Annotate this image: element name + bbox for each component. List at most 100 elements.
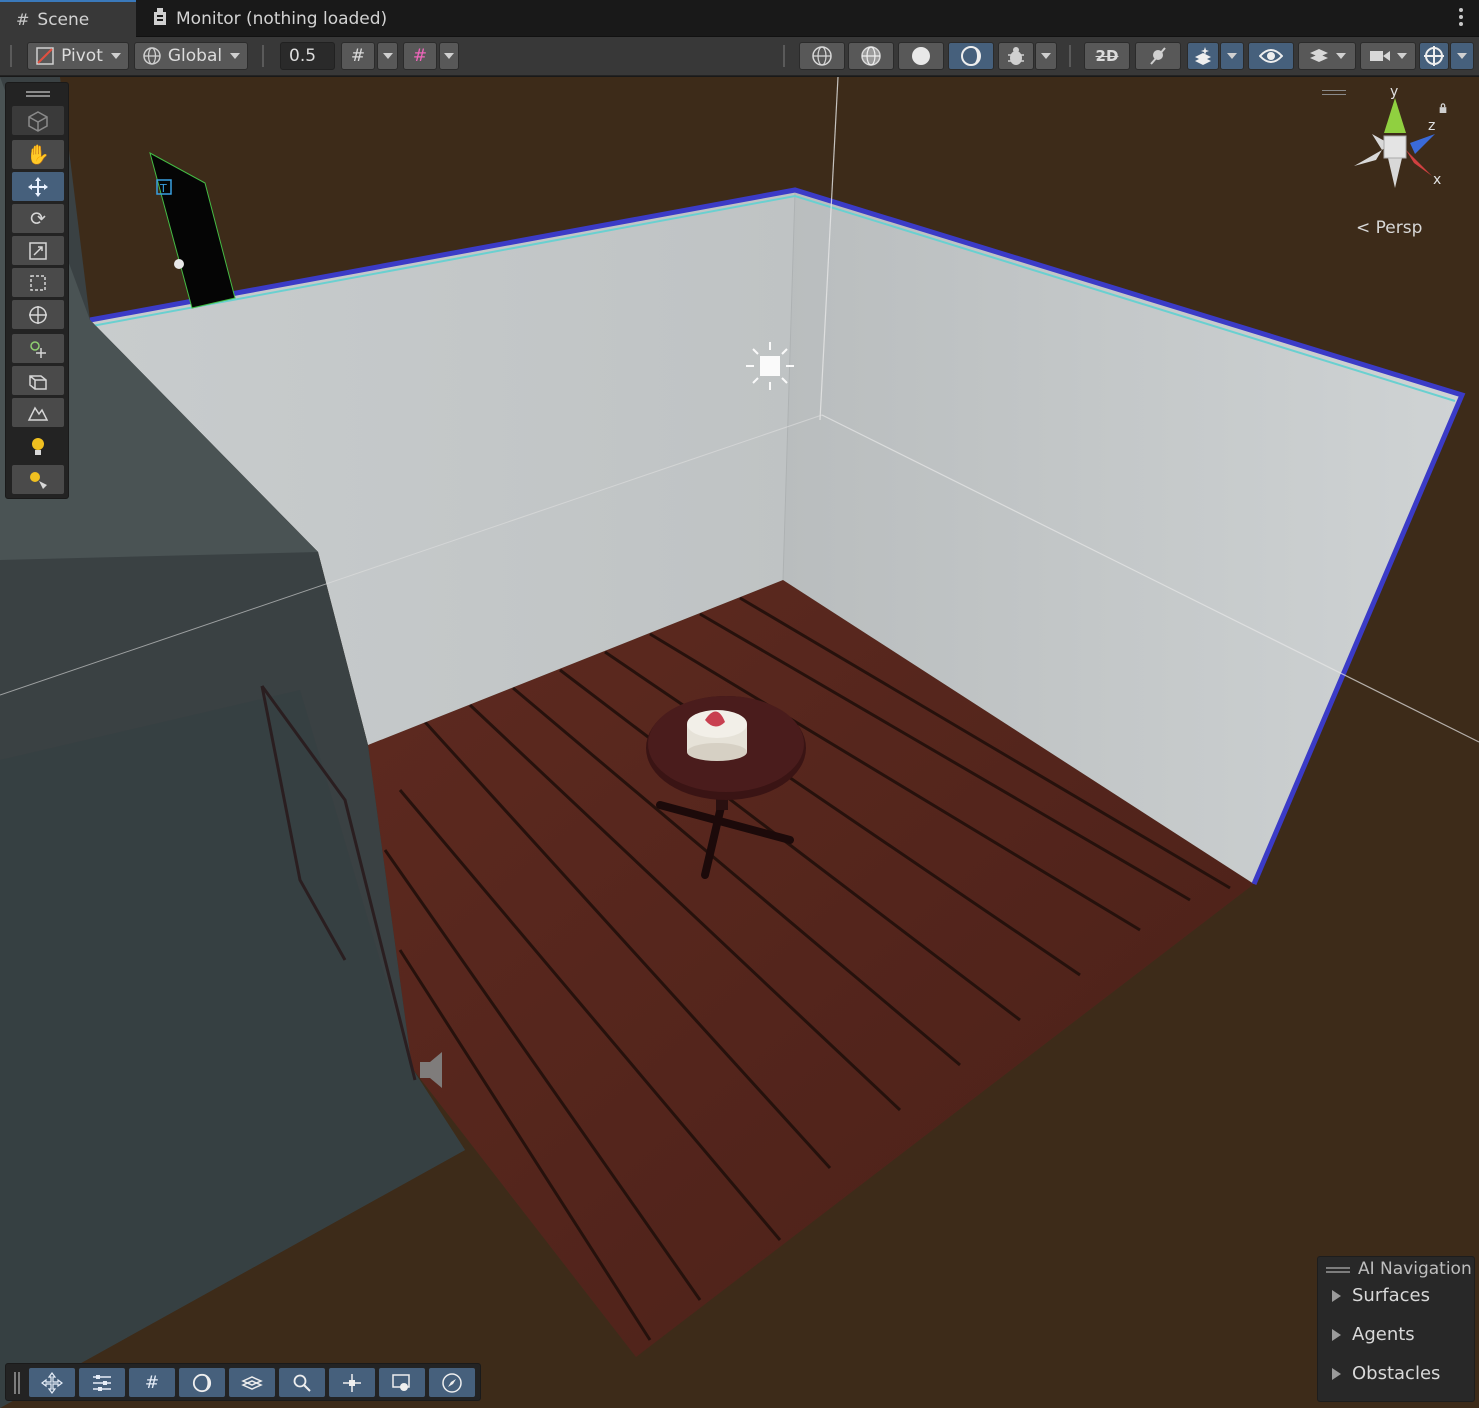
global-label: Global (167, 46, 223, 66)
orientation-gizmo[interactable]: y z x (1340, 88, 1450, 198)
toolbar-grip-3[interactable] (783, 45, 785, 67)
directional-light-icon[interactable] (746, 342, 794, 390)
pivot-snap-button[interactable] (329, 1368, 375, 1397)
move-arrows-icon (28, 176, 48, 197)
view-cube-tool[interactable] (12, 106, 64, 135)
gizmos-icon (1424, 46, 1444, 66)
grid-icon: # (144, 1372, 160, 1393)
x-axis-label: x (1433, 172, 1441, 188)
toolbar-grip-2[interactable] (262, 45, 264, 67)
grid-hash-icon: # (16, 10, 30, 29)
more-options-icon[interactable] (1459, 8, 1465, 29)
debug-draw-dropdown[interactable] (1035, 42, 1057, 70)
nav-item-surfaces[interactable]: Surfaces (1332, 1285, 1430, 1306)
grid-snap-button[interactable]: # (341, 42, 375, 70)
scene-viewport[interactable]: T y z x < Persp (0, 77, 1479, 1408)
wireframe-sphere-icon (812, 46, 832, 66)
nav-item-agents[interactable]: Agents (1332, 1324, 1415, 1345)
lit-sphere-icon (192, 1373, 212, 1392)
tab-monitor[interactable]: Monitor (nothing loaded) (140, 0, 387, 37)
gizmos-dropdown[interactable] (1450, 42, 1474, 70)
shaded-wireframe-button[interactable] (848, 42, 894, 70)
nav-item-label: Agents (1352, 1324, 1415, 1345)
lightbulb-icon (32, 437, 44, 455)
shaded-button[interactable] (898, 42, 944, 70)
camera-view-icon (392, 1373, 410, 1391)
hand-tool[interactable]: ✋ (12, 140, 64, 169)
x-axis-cone[interactable] (1406, 150, 1432, 176)
wireframe-button[interactable] (799, 42, 845, 70)
y-axis-label: y (1390, 88, 1398, 100)
projection-toggle[interactable]: < Persp (1356, 218, 1422, 238)
tool-settings-button[interactable] (29, 1368, 75, 1397)
nav-item-label: Surfaces (1352, 1285, 1430, 1306)
snap-value-field[interactable]: 0.5 (280, 42, 335, 70)
toolbar-grip[interactable] (10, 45, 12, 67)
lighting-off-icon (1150, 47, 1166, 65)
effects-dropdown[interactable] (1220, 42, 1244, 70)
shading-button[interactable] (179, 1368, 225, 1397)
gizmos-button[interactable] (1419, 42, 1449, 70)
camera-overlay-button[interactable] (379, 1368, 425, 1397)
camera-dropdown[interactable] (1360, 42, 1416, 70)
effects-layers-icon (1195, 47, 1211, 65)
z-axis-cone[interactable] (1410, 134, 1435, 154)
debug-draw-button[interactable] (998, 42, 1034, 70)
probuilder-tool[interactable] (12, 366, 64, 395)
ai-navigation-handle[interactable] (1326, 1267, 1350, 1273)
gizmo-center-cube[interactable] (1383, 135, 1407, 159)
lighting-tool[interactable] (12, 465, 64, 494)
pivot-dropdown[interactable]: Pivot (27, 42, 129, 70)
scale-icon (29, 241, 47, 260)
layers-diamond-icon (241, 1375, 263, 1390)
svg-text:T: T (159, 182, 167, 195)
move-tool[interactable] (12, 172, 64, 201)
settings-sliders-button[interactable] (79, 1368, 125, 1397)
compass-icon (442, 1372, 462, 1393)
search-icon (293, 1374, 311, 1392)
lit-sphere-icon (961, 46, 981, 66)
effects-button[interactable] (1187, 42, 1219, 70)
light-probe-tool[interactable] (12, 432, 64, 461)
pivot-label: Pivot (61, 46, 103, 66)
layers-dropdown[interactable] (1298, 42, 1356, 70)
ai-navigation-title: AI Navigation (1358, 1259, 1472, 1279)
increment-snap-icon: # (412, 46, 428, 66)
transform-tool[interactable] (12, 300, 64, 329)
expand-triangle-icon (1332, 1367, 1341, 1380)
nav-item-obstacles[interactable]: Obstacles (1332, 1363, 1440, 1384)
cube-icon (28, 110, 48, 132)
scale-tool[interactable] (12, 236, 64, 265)
lock-icon[interactable] (1438, 103, 1448, 113)
increment-snap-dropdown[interactable] (439, 42, 459, 70)
nav-item-label: Obstacles (1352, 1363, 1441, 1384)
y-axis-cone[interactable] (1384, 98, 1406, 133)
ui-canvas-panel[interactable] (149, 152, 236, 309)
lighting-toggle-button[interactable] (1135, 42, 1181, 70)
global-dropdown[interactable]: Global (134, 42, 248, 70)
tab-scene[interactable]: # Scene (0, 0, 136, 37)
tab-scene-label: Scene (37, 9, 90, 30)
cake[interactable] (687, 710, 747, 761)
visibility-button[interactable] (1248, 42, 1294, 70)
shaded-wireframe-icon (861, 46, 881, 66)
overlay-toolbar-grip[interactable] (14, 1372, 20, 1394)
increment-snap-button[interactable]: # (403, 42, 437, 70)
toolbar-grip-4[interactable] (1069, 45, 1071, 67)
scene-render[interactable]: T (0, 77, 1479, 1408)
grid-button[interactable]: # (129, 1368, 175, 1397)
scene-toolbar: Pivot Global 0.5 # # 2D (0, 37, 1479, 76)
search-button[interactable] (279, 1368, 325, 1397)
rect-tool[interactable] (12, 268, 64, 297)
grid-snap-dropdown[interactable] (377, 42, 398, 70)
navigation-compass-button[interactable] (429, 1368, 475, 1397)
palette-handle[interactable] (26, 91, 50, 97)
toggle-2d-button[interactable]: 2D (1084, 42, 1130, 70)
lit-mode-button[interactable] (948, 42, 994, 70)
pivot-icon (36, 47, 54, 65)
terrain-icon (27, 406, 49, 421)
rotate-tool[interactable]: ⟳ (12, 204, 64, 233)
orientation-button[interactable] (229, 1368, 275, 1397)
terrain-tool[interactable] (12, 398, 64, 427)
create-object-tool[interactable] (12, 334, 64, 363)
